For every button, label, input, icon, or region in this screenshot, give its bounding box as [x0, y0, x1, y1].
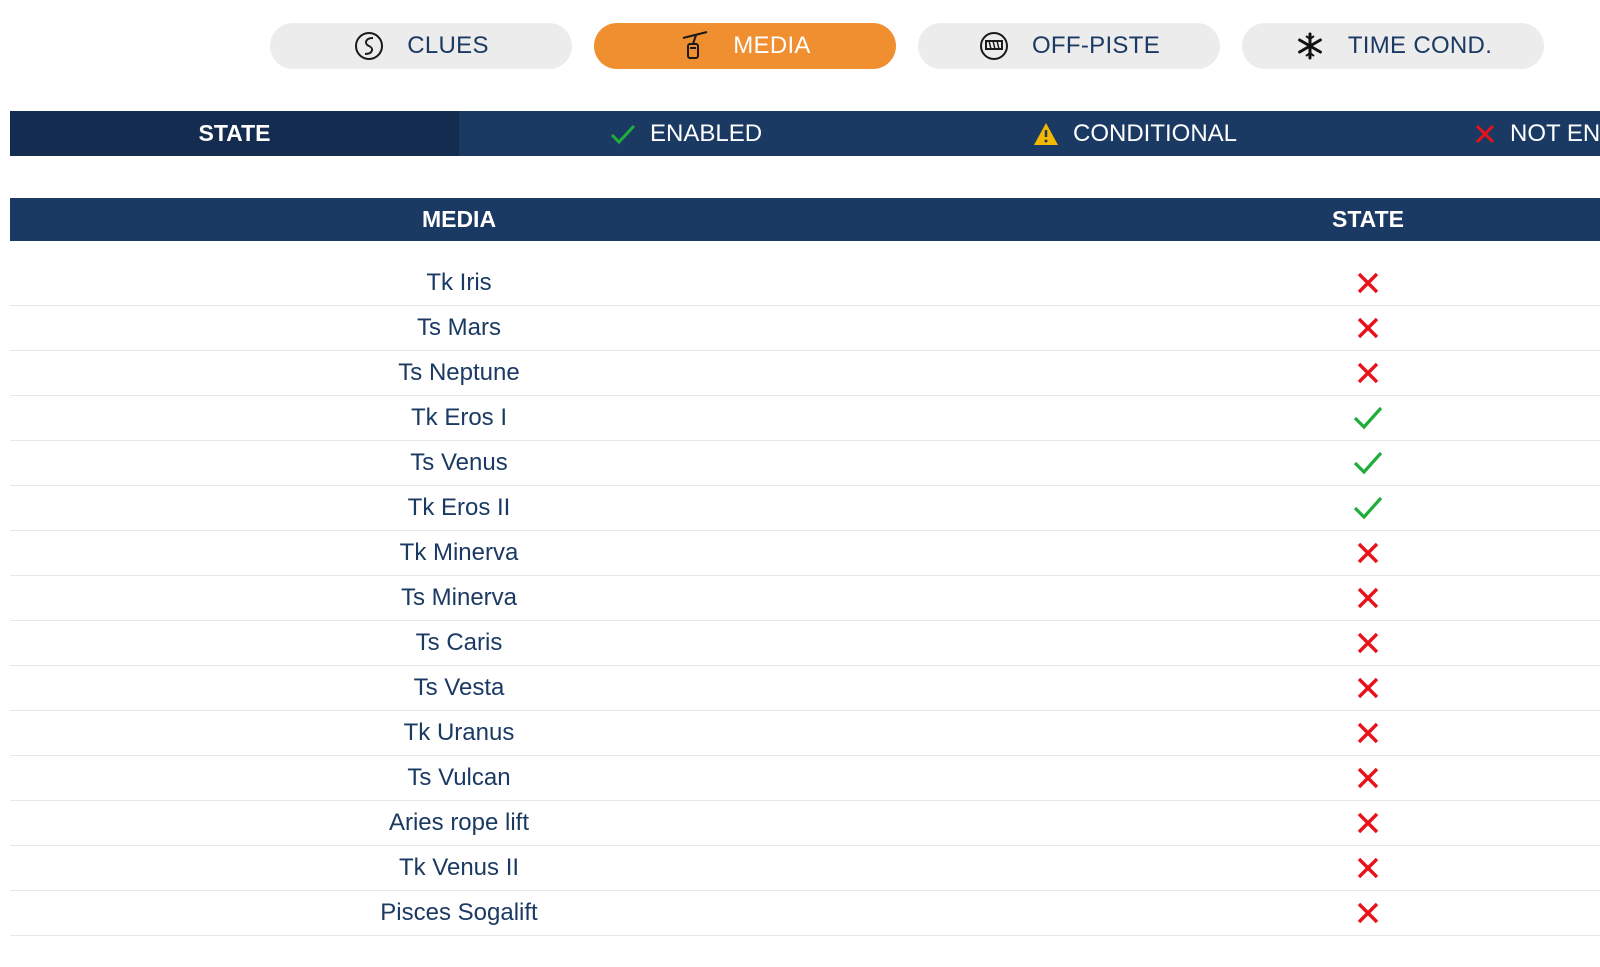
table-row: Tk Minerva: [10, 531, 1600, 576]
table-header: MEDIA STATE: [10, 198, 1600, 241]
column-header-state: STATE: [1332, 206, 1404, 232]
table-row: Tk Uranus: [10, 711, 1600, 756]
media-name: Aries rope lift: [388, 809, 530, 836]
table-row: Pisces Sogalift: [10, 891, 1600, 936]
check-icon: [1344, 486, 1392, 530]
cross-icon: [1344, 306, 1392, 350]
table-row: Ts Caris: [10, 621, 1600, 666]
state-legend: STATE ENABLED CONDITIONAL NOT EN: [10, 111, 1600, 156]
media-name: Ts Venus: [410, 449, 508, 476]
table-row: Tk Eros II: [10, 486, 1600, 531]
media-name: Ts Mars: [417, 314, 501, 341]
cross-icon: [1344, 801, 1392, 845]
tab-label: OFF-PISTE: [1031, 32, 1161, 59]
table-row: Aries rope lift: [10, 801, 1600, 846]
cross-icon: [1344, 846, 1392, 890]
table-row: Ts Vulcan: [10, 756, 1600, 801]
snowflake-icon: [1294, 30, 1326, 62]
tab-label: TIME COND.: [1347, 32, 1493, 59]
tab-off-piste[interactable]: OFF-PISTE: [918, 23, 1220, 69]
warning-icon: [1034, 122, 1058, 145]
legend-conditional: CONDITIONAL: [1033, 111, 1237, 156]
tab-clues[interactable]: CLUES: [270, 23, 572, 69]
cross-icon: [1344, 666, 1392, 710]
table-row: Tk Eros I: [10, 396, 1600, 441]
cross-icon: [1344, 576, 1392, 620]
check-icon: [610, 124, 636, 144]
table-row: Ts Mars: [10, 306, 1600, 351]
media-name: Tk Uranus: [403, 719, 515, 746]
media-name: Pisces Sogalift: [380, 899, 538, 926]
legend-not-enabled-label: NOT EN: [1510, 119, 1600, 147]
table-row: Tk Iris: [10, 261, 1600, 306]
cross-icon: [1344, 756, 1392, 800]
media-name: Ts Vulcan: [407, 764, 511, 791]
cross-icon: [1344, 531, 1392, 575]
check-icon: [1344, 396, 1392, 440]
table-row: Ts Minerva: [10, 576, 1600, 621]
legend-conditional-label: CONDITIONAL: [1073, 119, 1238, 147]
cross-icon: [1344, 261, 1392, 305]
legend-not-enabled: NOT EN: [1474, 111, 1600, 156]
cross-icon: [1344, 621, 1392, 665]
check-icon: [1344, 441, 1392, 485]
cable-car-icon: [679, 30, 711, 62]
cross-icon: [1344, 891, 1392, 935]
media-name: Ts Neptune: [398, 359, 520, 386]
cross-icon: [1475, 124, 1495, 143]
legend-enabled-label: ENABLED: [650, 119, 763, 147]
tab-bar: CLUES MEDIA OFF-PISTE TIME COND.: [0, 23, 1600, 69]
media-name: Ts Caris: [415, 629, 503, 656]
tab-label: MEDIA: [733, 32, 811, 59]
media-name: Ts Vesta: [413, 674, 505, 701]
table-row: Ts Venus: [10, 441, 1600, 486]
tab-time-cond[interactable]: TIME COND.: [1242, 23, 1544, 69]
table-row: Ts Vesta: [10, 666, 1600, 711]
column-header-media: MEDIA: [421, 206, 497, 232]
cross-icon: [1344, 351, 1392, 395]
cross-icon: [1344, 711, 1392, 755]
tab-media[interactable]: MEDIA: [594, 23, 896, 69]
media-name: Tk Eros I: [410, 404, 507, 431]
media-name: Tk Iris: [426, 269, 492, 296]
media-name: Tk Minerva: [399, 539, 519, 566]
media-name: Tk Eros II: [407, 494, 511, 521]
table-row: Tk Venus II: [10, 846, 1600, 891]
media-name: Ts Minerva: [400, 584, 518, 611]
tab-label: CLUES: [407, 32, 489, 59]
media-table-body: Tk Iris Ts Mars Ts Neptune Tk Eros I Ts Venu…: [10, 261, 1600, 936]
legend-enabled: ENABLED: [610, 111, 762, 156]
off-piste-icon: [978, 30, 1010, 62]
clues-icon: [353, 30, 385, 62]
media-name: Tk Venus II: [398, 854, 520, 881]
legend-header: STATE: [10, 111, 459, 156]
table-row: Ts Neptune: [10, 351, 1600, 396]
